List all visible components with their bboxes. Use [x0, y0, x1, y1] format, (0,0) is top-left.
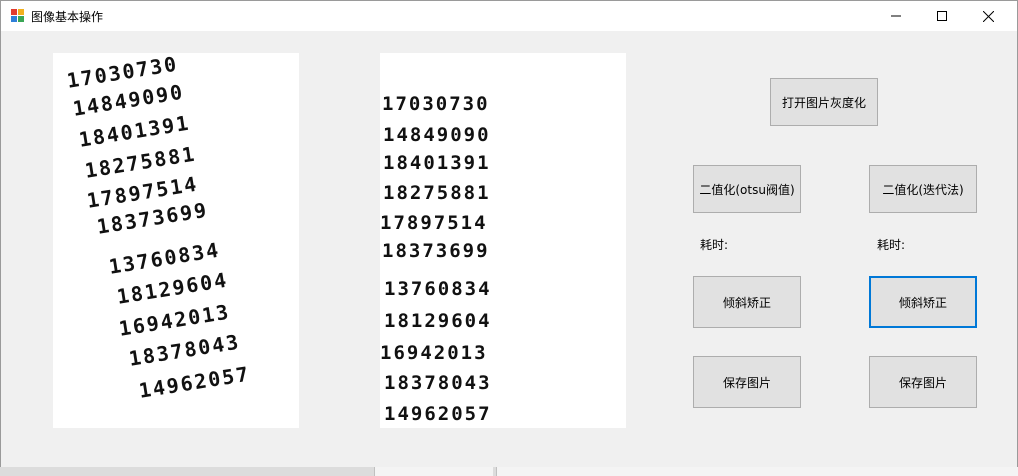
maximize-button[interactable]	[919, 1, 965, 31]
time-label-right: 耗时:	[877, 238, 906, 252]
image-text-line: 16942013	[380, 342, 488, 364]
maximize-icon	[937, 11, 947, 21]
background-strip-segment	[496, 467, 1018, 476]
title-bar[interactable]: 图像基本操作	[1, 1, 1017, 31]
open-grayscale-button[interactable]: 打开图片灰度化	[770, 78, 878, 126]
image-text-line: 17897514	[380, 212, 488, 234]
image-text-line: 13760834	[384, 278, 492, 300]
background-taskbar-strip	[0, 467, 1018, 476]
deskew-button-left[interactable]: 倾斜矫正	[693, 276, 801, 328]
app-window: 图像基本操作 17030730 14849090 18401391 182758…	[0, 0, 1018, 468]
minimize-button[interactable]	[873, 1, 919, 31]
close-icon	[982, 10, 994, 22]
app-icon	[11, 9, 24, 22]
corrected-image-panel: 17030730 14849090 18401391 18275881 1789…	[380, 53, 626, 428]
image-text-line: 14962057	[384, 403, 492, 425]
time-label-left: 耗时:	[700, 238, 729, 252]
save-image-button-right[interactable]: 保存图片	[869, 356, 977, 408]
background-strip-segment	[374, 467, 493, 476]
image-text-line: 18129604	[384, 310, 492, 332]
image-text-line: 18378043	[384, 372, 492, 394]
binarize-iterative-button[interactable]: 二值化(迭代法)	[869, 165, 977, 213]
image-text-line: 18373699	[382, 240, 490, 262]
save-image-button-left[interactable]: 保存图片	[693, 356, 801, 408]
minimize-icon	[891, 15, 901, 17]
close-button[interactable]	[965, 1, 1011, 31]
image-text-line: 18275881	[383, 182, 491, 204]
image-text-line: 17030730	[382, 93, 490, 115]
image-text-line: 14962057	[137, 361, 252, 403]
window-title: 图像基本操作	[31, 10, 104, 24]
original-image-panel: 17030730 14849090 18401391 18275881 1789…	[53, 52, 299, 428]
image-text-line: 14849090	[383, 124, 491, 146]
image-text-line: 18401391	[383, 152, 491, 174]
binarize-otsu-button[interactable]: 二值化(otsu阀值)	[693, 165, 801, 213]
deskew-button-right[interactable]: 倾斜矫正	[869, 276, 977, 328]
